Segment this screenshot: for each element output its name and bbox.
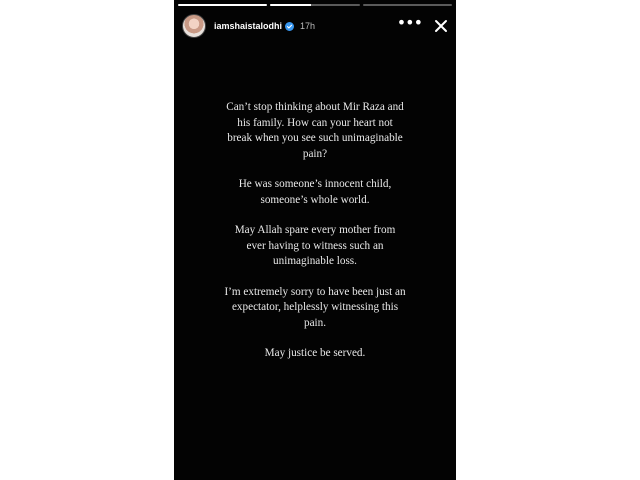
story-text: Can’t stop thinking about Mir Raza and h… — [224, 100, 406, 377]
story-progress-bar — [178, 4, 452, 6]
progress-segment-3 — [362, 4, 452, 6]
story-viewer[interactable]: iamshaistalodhi 17h ••• Can’t stop think… — [174, 0, 456, 480]
story-paragraph-5: May justice be served. — [264, 347, 366, 359]
story-header: iamshaistalodhi 17h ••• — [182, 14, 448, 38]
username[interactable]: iamshaistalodhi — [214, 21, 282, 31]
progress-segment-1 — [178, 4, 268, 6]
verified-badge-icon — [285, 21, 295, 31]
avatar[interactable] — [182, 14, 206, 38]
progress-segment-2 — [270, 4, 360, 6]
story-paragraph-2: He was someone’s innocent child, someone… — [238, 178, 392, 206]
more-options-icon[interactable]: ••• — [397, 15, 423, 31]
story-paragraph-4: I’m extremely sorry to have been just an… — [224, 285, 406, 329]
story-paragraph-3: May Allah spare every mother from ever h… — [234, 224, 396, 267]
close-icon[interactable] — [434, 19, 448, 33]
story-paragraph-1: Can’t stop thinking about Mir Raza and h… — [226, 101, 404, 160]
post-time: 17h — [300, 21, 316, 31]
